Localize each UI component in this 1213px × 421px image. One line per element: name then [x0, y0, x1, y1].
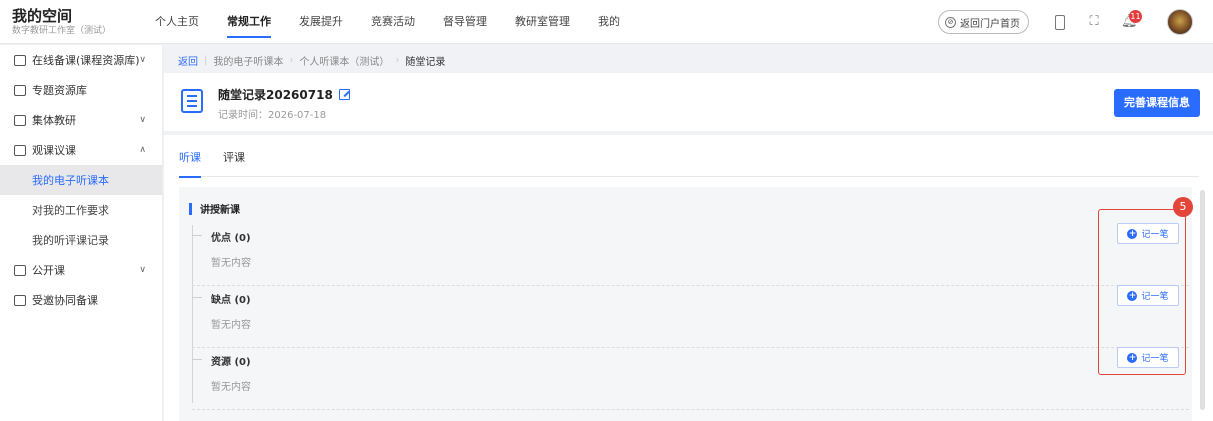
- sidebar-item-topic-library[interactable]: 专题资源库: [0, 75, 162, 105]
- sidebar-item-label: 在线备课(课程资源库): [32, 54, 140, 67]
- document-icon: [14, 54, 26, 66]
- sidebar-item-online-prep[interactable]: 在线备课(课程资源库) ∨: [0, 45, 162, 75]
- nav-competition[interactable]: 竞赛活动: [371, 0, 415, 44]
- accent-bar: [189, 202, 192, 215]
- top-right-tools: ⊘ 返回门户首页 ⛶ 🔔︎ 11: [938, 0, 1193, 44]
- nav-home[interactable]: 个人主页: [155, 0, 199, 44]
- brand-subtitle: 数字教研工作室（测试）: [12, 25, 112, 36]
- tree-branch: [192, 359, 202, 360]
- nav-supervision[interactable]: 督导管理: [443, 0, 487, 44]
- section-title: 讲授新课: [189, 201, 240, 216]
- complete-course-info-button[interactable]: 完善课程信息: [1114, 89, 1200, 117]
- scrollbar[interactable]: [1200, 190, 1205, 410]
- back-link[interactable]: 返回: [178, 53, 198, 68]
- chevron-down-icon: ∨: [139, 115, 146, 125]
- mobile-icon[interactable]: [1055, 14, 1065, 30]
- annotation-highlight-box: [1098, 209, 1186, 375]
- sidebar-item-label: 专题资源库: [32, 84, 87, 97]
- nav-office-management[interactable]: 教研室管理: [515, 0, 570, 44]
- nav-development[interactable]: 发展提升: [299, 0, 343, 44]
- library-icon: [14, 84, 26, 96]
- compass-icon: ⊘: [945, 16, 956, 28]
- record-time: 记录时间：2026-07-18: [218, 110, 327, 121]
- sidebar-item-coop-prep[interactable]: 受邀协同备课: [0, 285, 162, 315]
- observation-icon: [14, 144, 26, 156]
- empty-text: 暂无内容: [211, 382, 251, 393]
- chevron-down-icon: ∨: [139, 55, 146, 65]
- edit-icon[interactable]: [338, 89, 350, 100]
- nav-routine-work[interactable]: 常规工作: [227, 0, 271, 44]
- chevron-right-icon: ›: [289, 55, 294, 66]
- notification-badge: 11: [1129, 10, 1142, 23]
- empty-text: 暂无内容: [211, 320, 251, 331]
- sidebar-item-open-class[interactable]: 公开课 ∨: [0, 255, 162, 285]
- breadcrumb-current: 随堂记录: [405, 57, 446, 68]
- sidebar: 在线备课(课程资源库) ∨ 专题资源库 集体教研 ∨ 观课议课 ∧ 我的电子听课…: [0, 45, 163, 421]
- breadcrumb-item[interactable]: 个人听课本（测试）: [299, 53, 389, 68]
- screen-icon: [14, 264, 26, 276]
- entry-label: 缺点 (0): [211, 295, 251, 306]
- notebook-icon: [181, 89, 203, 113]
- sidebar-item-group-research[interactable]: 集体教研 ∨: [0, 105, 162, 135]
- record-title: 随堂记录20260718: [218, 86, 350, 103]
- sidebar-item-my-records[interactable]: 我的听评课记录: [0, 225, 162, 255]
- record-title-text: 随堂记录20260718: [218, 88, 333, 102]
- section-new-lesson: 讲授新课 优点 (0) 暂无内容 + 记一笔 缺点 (0) 暂无内容 + 记一笔…: [179, 187, 1192, 421]
- return-portal-label: 返回门户首页: [960, 18, 1020, 30]
- return-portal-button[interactable]: ⊘ 返回门户首页: [938, 10, 1029, 34]
- chevron-down-icon: ∨: [139, 265, 146, 275]
- sidebar-item-my-notebook[interactable]: 我的电子听课本: [0, 165, 162, 195]
- annotation-number-badge: 5: [1173, 197, 1193, 217]
- brand[interactable]: 我的空间 数字教研工作室（测试）: [0, 7, 155, 37]
- tabs: 听课 评课: [179, 135, 1199, 178]
- tab-evaluate[interactable]: 评课: [223, 135, 245, 177]
- brand-title: 我的空间: [12, 6, 73, 25]
- sidebar-item-label: 观课议课: [32, 144, 76, 157]
- nav-mine[interactable]: 我的: [598, 0, 620, 44]
- top-bar: 我的空间 数字教研工作室（测试） 个人主页 常规工作 发展提升 竞赛活动 督导管…: [0, 0, 1213, 44]
- sidebar-item-label: 集体教研: [32, 114, 76, 127]
- tree-branch: [192, 235, 202, 236]
- collaborate-icon: [14, 294, 26, 306]
- sidebar-item-work-requirements[interactable]: 对我的工作要求: [0, 195, 162, 225]
- chevron-right-icon: ›: [395, 55, 400, 66]
- record-header: 随堂记录20260718 记录时间：2026-07-18 完善课程信息: [164, 73, 1213, 131]
- tree-branch: [192, 297, 202, 298]
- main-card: 听课 评课 讲授新课 优点 (0) 暂无内容 + 记一笔 缺点 (0) 暂无内容…: [164, 135, 1213, 421]
- entry-resources: 资源 (0) 暂无内容 + 记一笔: [192, 347, 1189, 410]
- tab-listen[interactable]: 听课: [179, 135, 201, 178]
- sidebar-item-lesson-observation[interactable]: 观课议课 ∧: [0, 135, 162, 165]
- entry-label: 资源 (0): [211, 357, 251, 368]
- section-title-text: 讲授新课: [200, 205, 240, 216]
- fullscreen-icon[interactable]: ⛶: [1087, 14, 1101, 30]
- group-icon: [14, 114, 26, 126]
- avatar[interactable]: [1167, 9, 1193, 35]
- breadcrumb: 返回 | 我的电子听课本 › 个人听课本（测试） › 随堂记录: [178, 53, 445, 68]
- entry-weaknesses: 缺点 (0) 暂无内容 + 记一笔: [192, 285, 1189, 348]
- chevron-up-icon: ∧: [139, 145, 146, 155]
- main-nav: 个人主页 常规工作 发展提升 竞赛活动 督导管理 教研室管理 我的: [155, 0, 648, 44]
- breadcrumb-item[interactable]: 我的电子听课本: [213, 53, 283, 68]
- divider: |: [204, 55, 208, 66]
- entry-label: 优点 (0): [211, 233, 251, 244]
- entry-strengths: 优点 (0) 暂无内容 + 记一笔: [192, 223, 1189, 286]
- sidebar-item-label: 公开课: [32, 264, 65, 277]
- bell-icon[interactable]: 🔔︎ 11: [1121, 10, 1142, 30]
- sidebar-item-label: 受邀协同备课: [32, 294, 98, 307]
- empty-text: 暂无内容: [211, 258, 251, 269]
